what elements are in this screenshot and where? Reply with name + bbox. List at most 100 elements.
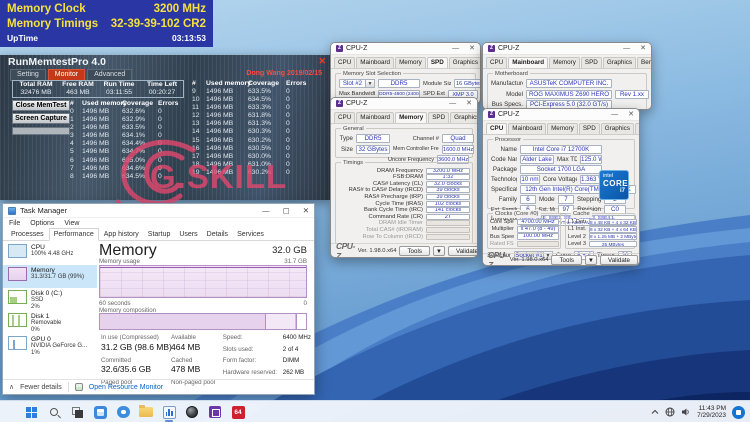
task-view-button[interactable] (70, 405, 84, 419)
chat-button[interactable] (116, 405, 130, 419)
row-index: 11 (192, 104, 200, 112)
cpuz-tab[interactable]: Graphics (600, 123, 634, 134)
memory-general-group: General Type DDR5 Channel # Quad Size 32… (335, 125, 474, 165)
cpuz-tab[interactable]: SPD (428, 112, 450, 123)
level3-label: Level 3 (568, 240, 586, 247)
close-icon[interactable]: ✕ (303, 206, 309, 215)
cpuz-tab[interactable]: Graphics (602, 57, 637, 68)
cpuz-tab[interactable]: SPD (578, 123, 600, 134)
sidebar-item-gpu[interactable]: GPU 0 NVIDIA GeForce G... 1% (3, 334, 97, 357)
sidebar-item-memory[interactable]: Memory 31.3/31.7 GB (99%) (3, 265, 97, 288)
osd-memory-clock-value: 3200 MHz (153, 3, 206, 15)
slot-select[interactable]: Slot #2 ▼ (339, 79, 375, 89)
sidebar-item-name: CPU (31, 244, 45, 251)
cpu-graph-thumbnail (8, 244, 27, 258)
minimize-icon[interactable]: — (262, 206, 270, 215)
cpuz-tab[interactable]: CPU (486, 57, 508, 68)
cpuz-tab[interactable]: CPU (334, 57, 356, 68)
widgets-button[interactable] (93, 405, 107, 419)
row-errors: 0 (286, 104, 290, 112)
timing-label: Total CAS# (tRDRAM) (365, 226, 423, 233)
task-manager-tab[interactable]: Processes (7, 229, 48, 240)
memtest64-taskbar-button[interactable]: 64 (231, 405, 245, 419)
tools-dropdown-icon[interactable]: ▼ (584, 254, 598, 265)
timing-label: Command Rate (CR) (368, 213, 423, 220)
tools-button[interactable]: Tools (399, 245, 430, 256)
tools-dropdown-icon[interactable]: ▼ (432, 245, 446, 256)
total-capacity: 32.0 GB (272, 245, 307, 256)
task-manager-tab[interactable]: Startup (144, 229, 175, 240)
minimize-icon[interactable]: — (611, 110, 618, 120)
cpuz-tab[interactable]: Mainboard (356, 112, 395, 123)
cpuz-tab[interactable]: CPU (486, 123, 508, 134)
row-used-memory: 1496 MB (206, 96, 234, 104)
task-manager-tab[interactable]: Performance (48, 228, 99, 241)
cpuz-tab[interactable]: Bench (634, 123, 639, 134)
file-explorer-button[interactable] (139, 405, 153, 419)
taskbar-clock[interactable]: 11:43 PM 7/29/2023 (697, 405, 726, 420)
task-manager-tab[interactable]: Services (233, 229, 268, 240)
cpuz-app-icon: Z (488, 45, 495, 52)
menu-options[interactable]: Options (30, 220, 54, 227)
close-icon[interactable]: ✕ (640, 44, 646, 54)
minimize-icon[interactable]: — (449, 99, 456, 109)
tools-button[interactable]: Tools (551, 254, 582, 265)
menu-file[interactable]: File (9, 220, 20, 227)
cpuz-tab[interactable]: Mainboard (508, 123, 547, 134)
close-icon[interactable]: ✕ (628, 110, 634, 120)
cpuz-tab[interactable]: Memory (395, 57, 426, 68)
cpuz-tab[interactable]: Mainboard (356, 57, 395, 68)
row-coverage: 631.8% (248, 112, 272, 120)
cpuz-taskbar-button[interactable] (185, 405, 199, 419)
cpuz-tab[interactable]: CPU (334, 112, 356, 123)
task-manager-tab[interactable]: Users (175, 229, 201, 240)
cpuz-tab[interactable]: Graphics (450, 112, 477, 123)
memory-timings-group: Timings DRAM Frequency 3200.0 MHz FSB:DRAM… (335, 159, 473, 244)
cpuz-tab[interactable]: SPD (580, 57, 602, 68)
sidebar-item-disk1[interactable]: Disk 1 Removable 0% (3, 311, 97, 334)
network-icon[interactable] (665, 407, 675, 417)
open-resource-monitor-link[interactable]: Open Resource Monitor (89, 384, 163, 391)
maximize-icon[interactable]: ▢ (283, 206, 290, 215)
cpuz-tab[interactable]: Bench (637, 57, 651, 68)
cpuz-mainboard-window: Z CPU-Z — ✕ CPU Mainboard Memory SPD Graphic… (482, 42, 652, 110)
minimize-icon[interactable]: — (623, 44, 630, 54)
cpuz-tab[interactable]: Memory (547, 123, 578, 134)
task-manager-taskbar-button[interactable] (162, 405, 176, 422)
table-header-cell: # (70, 100, 74, 107)
sidebar-item-cpu[interactable]: CPU 100% 4.48 GHz (3, 242, 97, 265)
memtest-close-icon[interactable]: ✕ (318, 56, 326, 67)
cpuz-tab[interactable]: Memory (549, 57, 580, 68)
motherboard-group: Motherboard Manufacturer ASUSTeK COMPUTE… (487, 70, 649, 109)
table-header-cell: Errors (158, 100, 179, 107)
task-manager-tab[interactable]: Details (203, 229, 232, 240)
memtest-taskbar-button[interactable] (208, 405, 222, 419)
cpuz-tab[interactable]: Graphics (448, 57, 480, 68)
fewer-details-button[interactable]: Fewer details (20, 384, 62, 391)
sidebar-item-disk0[interactable]: Disk 0 (C:) SSD 2% (3, 288, 97, 311)
search-button[interactable] (47, 405, 61, 419)
cpuz-tab[interactable]: Mainboard (508, 57, 549, 68)
cpuz-tab[interactable]: Memory (395, 112, 428, 123)
tray-chevron-up-icon[interactable] (651, 408, 659, 416)
volume-icon[interactable] (681, 407, 691, 417)
timing-row: Row To Column (tRCD) (339, 233, 470, 240)
core-speed-box: 4700.00 MHz (517, 218, 559, 226)
cpuz-tab[interactable]: SPD (426, 57, 448, 68)
screen-capture-button[interactable]: Screen Capture (12, 113, 70, 124)
blank-button[interactable] (12, 127, 70, 135)
start-button[interactable] (24, 405, 38, 419)
notification-badge-icon[interactable] (732, 405, 745, 419)
rated-fsb-box (517, 240, 559, 248)
group-label: Memory Slot Selection (341, 70, 403, 78)
minimize-icon[interactable]: — (452, 44, 459, 54)
menu-view[interactable]: View (64, 220, 79, 227)
validate-button[interactable]: Validate (448, 245, 477, 256)
close-icon[interactable]: ✕ (469, 44, 475, 54)
close-memtest-button[interactable]: Close MemTest (12, 100, 70, 111)
sidebar-item-detail: SSD (31, 297, 44, 304)
table-header-cell: # (192, 80, 196, 87)
close-icon[interactable]: ✕ (466, 99, 472, 109)
validate-button[interactable]: Validate (600, 254, 638, 265)
task-manager-tab[interactable]: App history (100, 229, 143, 240)
